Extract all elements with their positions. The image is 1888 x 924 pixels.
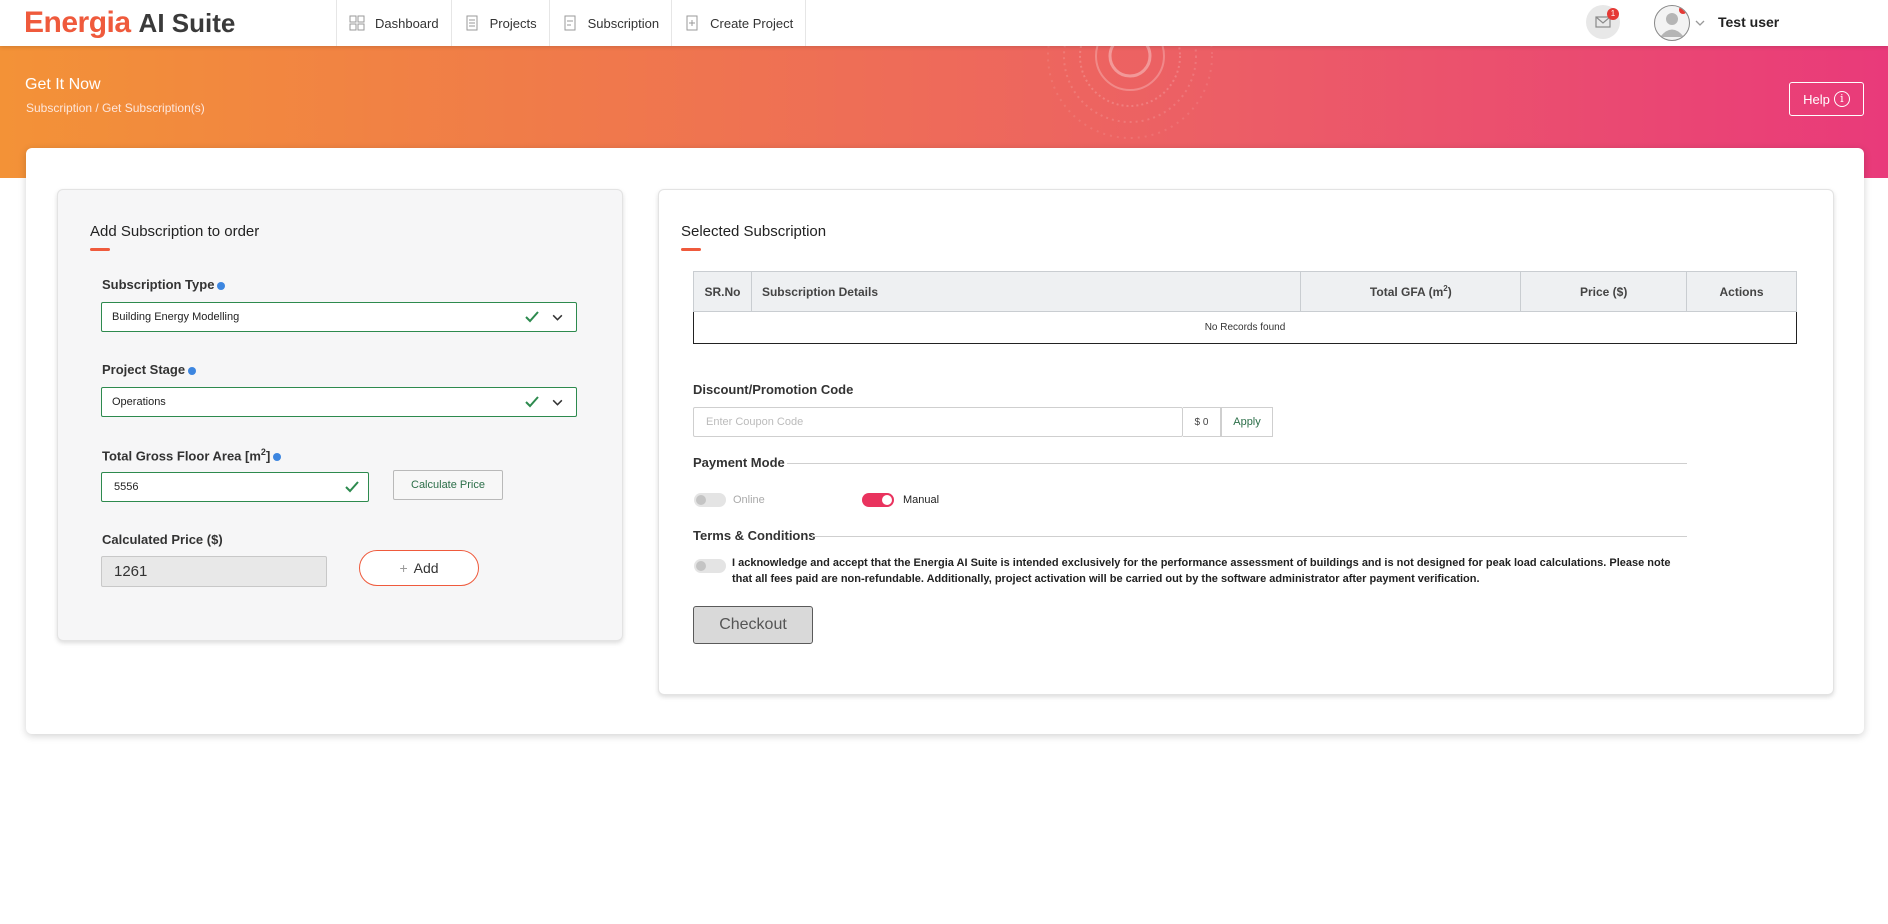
table-row: No Records found: [693, 311, 1797, 344]
nav-dashboard[interactable]: Dashboard: [336, 0, 451, 46]
project-stage-select[interactable]: Operations: [101, 387, 577, 417]
subscription-table: SR.No Subscription Details Total GFA (m2…: [693, 271, 1797, 344]
col-total-gfa-end: ): [1447, 285, 1452, 299]
col-subscription-details: Subscription Details: [750, 271, 1302, 312]
help-label: Help: [1803, 91, 1830, 107]
subscription-type-label-text: Subscription Type: [102, 277, 215, 292]
dashboard-icon: [349, 15, 365, 31]
page-title: Get It Now: [25, 76, 101, 93]
coupon-input[interactable]: Enter Coupon Code: [693, 407, 1183, 437]
decorative-rings: [1047, 46, 1213, 139]
col-total-gfa: Total GFA (m2): [1300, 271, 1522, 312]
status-dot: [1679, 6, 1687, 14]
nav-projects[interactable]: Projects: [450, 0, 549, 46]
coupon-amount: $ 0: [1183, 407, 1221, 437]
project-stage-label: Project Stage: [102, 362, 197, 377]
info-dot-icon: [217, 281, 226, 290]
projects-icon: [466, 15, 478, 31]
notification-badge: 1: [1607, 8, 1619, 20]
check-icon: [525, 311, 539, 323]
nav-create-project-label: Create Project: [710, 15, 794, 31]
chevron-down-icon: [552, 314, 563, 321]
nav-subscription-label: Subscription: [587, 15, 660, 31]
logo-main-text: Energia: [24, 6, 131, 39]
title-underline: [90, 248, 110, 251]
toggle-knob: [696, 495, 706, 505]
payment-mode-label: Payment Mode: [693, 455, 785, 470]
user-name: Test user: [1718, 14, 1780, 30]
nav-subscription[interactable]: Subscription: [548, 0, 672, 46]
online-toggle[interactable]: [694, 493, 726, 507]
online-label: Online: [733, 494, 765, 506]
top-navbar: Energia AI Suite Dashboard Projects Subs…: [0, 0, 1888, 46]
help-button[interactable]: Help i: [1789, 82, 1864, 116]
nav-projects-label: Projects: [489, 15, 537, 31]
project-stage-label-text: Project Stage: [102, 362, 186, 377]
gfa-label: Total Gross Floor Area [m2]: [102, 447, 282, 464]
coupon-label: Discount/Promotion Code: [693, 382, 854, 397]
terms-toggle[interactable]: [694, 559, 726, 573]
empty-message: No Records found: [693, 311, 1797, 344]
add-button[interactable]: + Add: [359, 550, 479, 586]
gfa-label-end: ]: [265, 448, 271, 464]
gfa-value: 5556: [114, 481, 139, 493]
selected-subscription-panel: [658, 189, 1834, 695]
manual-label: Manual: [903, 494, 940, 506]
add-subscription-title: Add Subscription to order: [90, 223, 260, 240]
calculated-price-field: 1261: [101, 556, 327, 587]
col-price: Price ($): [1520, 271, 1688, 312]
add-label: Add: [413, 560, 439, 576]
nav-dashboard-label: Dashboard: [375, 15, 439, 31]
avatar: [1654, 5, 1690, 41]
payment-mode-divider: [787, 463, 1687, 464]
terms-divider: [812, 536, 1687, 537]
logo-sub-text: AI Suite: [138, 7, 236, 38]
title-underline: [681, 248, 701, 251]
notification-button[interactable]: 1: [1586, 5, 1620, 39]
chevron-down-icon: [552, 399, 563, 406]
terms-text: I acknowledge and accept that the Energi…: [732, 557, 1671, 585]
info-dot-icon: [273, 452, 282, 461]
col-actions: Actions: [1686, 271, 1797, 312]
selected-subscription-title: Selected Subscription: [681, 223, 827, 240]
chevron-down-icon: [1695, 20, 1705, 26]
toggle-knob: [882, 495, 892, 505]
apply-button[interactable]: Apply: [1221, 407, 1273, 437]
check-icon: [345, 481, 359, 493]
calculated-price-label: Calculated Price ($): [102, 532, 223, 547]
breadcrumb: Subscription / Get Subscription(s): [26, 101, 205, 115]
user-menu[interactable]: [1654, 4, 1706, 42]
main-nav: Dashboard Projects Subscription Create P…: [336, 0, 807, 46]
col-total-gfa-text: Total GFA (m: [1369, 285, 1444, 299]
create-project-icon: [686, 15, 698, 31]
gfa-input[interactable]: 5556: [101, 472, 369, 502]
subscription-type-label: Subscription Type: [102, 277, 226, 292]
project-stage-value: Operations: [112, 396, 166, 408]
subscription-icon: [564, 15, 576, 31]
subscription-type-select[interactable]: Building Energy Modelling: [101, 302, 577, 332]
terms-label: Terms & Conditions: [693, 528, 816, 543]
nav-create-project[interactable]: Create Project: [671, 0, 807, 46]
info-dot-icon: [188, 366, 197, 375]
subscription-type-value: Building Energy Modelling: [112, 311, 240, 323]
gfa-label-text: Total Gross Floor Area [m: [102, 448, 261, 464]
calculate-price-button[interactable]: Calculate Price: [393, 470, 503, 500]
toggle-knob: [696, 561, 706, 571]
col-sr-no: SR.No: [693, 271, 752, 312]
info-icon: i: [1833, 91, 1850, 107]
check-icon: [525, 396, 539, 408]
app-logo[interactable]: Energia AI Suite: [24, 4, 235, 42]
plus-icon: +: [399, 560, 408, 576]
checkout-button[interactable]: Checkout: [693, 606, 813, 644]
manual-toggle[interactable]: [862, 493, 894, 507]
